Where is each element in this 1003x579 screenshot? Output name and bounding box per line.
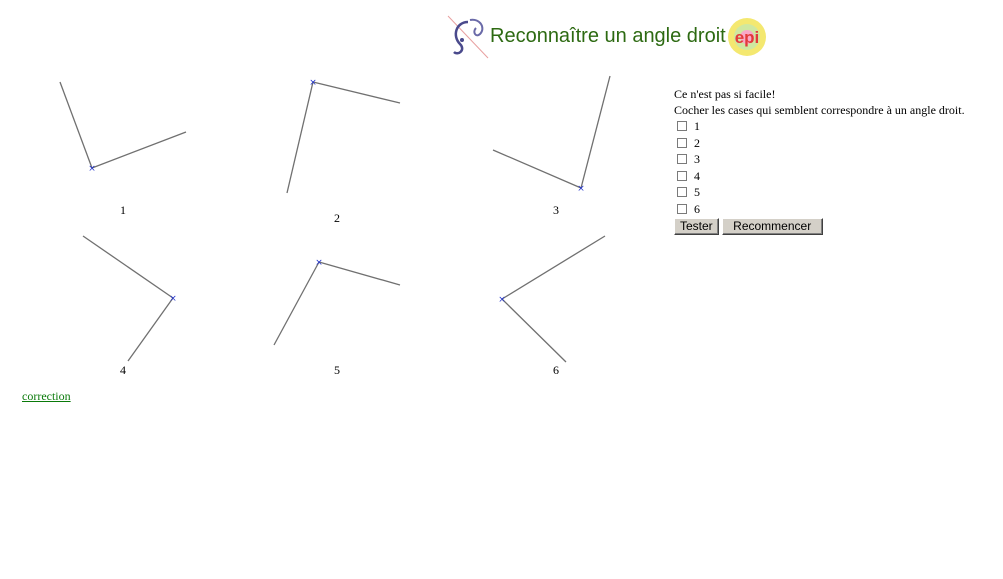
figure-label-4: 4 <box>120 363 126 377</box>
figure-3: × <box>492 75 611 194</box>
vertex-marker-5: × <box>315 258 323 268</box>
checkbox-4[interactable] <box>677 170 687 181</box>
checkbox-1[interactable] <box>677 121 687 132</box>
choice-4: 4 <box>674 168 1000 185</box>
curl-logo-icon <box>447 15 489 59</box>
checkbox-2[interactable] <box>677 137 687 148</box>
correction-link[interactable]: correction <box>22 389 71 404</box>
vertex-marker-2: × <box>309 78 317 88</box>
choice-label-6: 6 <box>694 201 700 216</box>
epi-logo-icon: epi <box>728 18 766 56</box>
choice-label-3: 3 <box>694 152 700 167</box>
vertex-marker-4: × <box>169 294 177 304</box>
figure-label-1: 1 <box>120 203 126 217</box>
figure-label-3: 3 <box>553 203 559 217</box>
vertex-marker-6: × <box>498 295 506 305</box>
figure-label-6: 6 <box>553 363 559 377</box>
svg-text:epi: epi <box>735 28 760 47</box>
reset-button[interactable]: Recommencer <box>721 218 823 235</box>
choice-3: 3 <box>674 151 1000 168</box>
figure-6: × <box>498 235 606 363</box>
choice-6: 6 <box>674 201 1000 218</box>
checkbox-6[interactable] <box>677 203 687 214</box>
quiz-panel: Ce n'est pas si facile! Cocher les cases… <box>674 86 1000 235</box>
instruction-text: Cocher les cases qui semblent correspond… <box>674 103 965 117</box>
choice-2: 2 <box>674 135 1000 152</box>
choice-label-5: 5 <box>694 185 700 200</box>
figure-1: × <box>59 81 187 174</box>
figure-2: × <box>286 78 401 194</box>
checkbox-5[interactable] <box>677 187 687 198</box>
figure-5: × <box>273 258 401 346</box>
figure-label-5: 5 <box>334 363 340 377</box>
page-title: Reconnaître un angle droit <box>490 25 726 47</box>
figure-4: × <box>82 235 177 362</box>
figure-label-2: 2 <box>334 211 340 225</box>
choice-label-1: 1 <box>694 119 700 134</box>
vertex-marker-3: × <box>577 184 585 194</box>
intro-text: Ce n'est pas si facile! <box>674 87 776 101</box>
checkbox-3[interactable] <box>677 154 687 165</box>
vertex-marker-1: × <box>88 164 96 174</box>
choice-label-2: 2 <box>694 135 700 150</box>
button-row: Tester Recommencer <box>674 218 1000 235</box>
page-header: Reconnaître un angle droit epi <box>446 14 776 60</box>
choice-1: 1 <box>674 118 1000 135</box>
choice-5: 5 <box>674 184 1000 201</box>
choice-label-4: 4 <box>694 168 700 183</box>
choice-list: 1 2 3 4 5 6 <box>674 118 1000 217</box>
test-button[interactable]: Tester <box>674 218 719 235</box>
